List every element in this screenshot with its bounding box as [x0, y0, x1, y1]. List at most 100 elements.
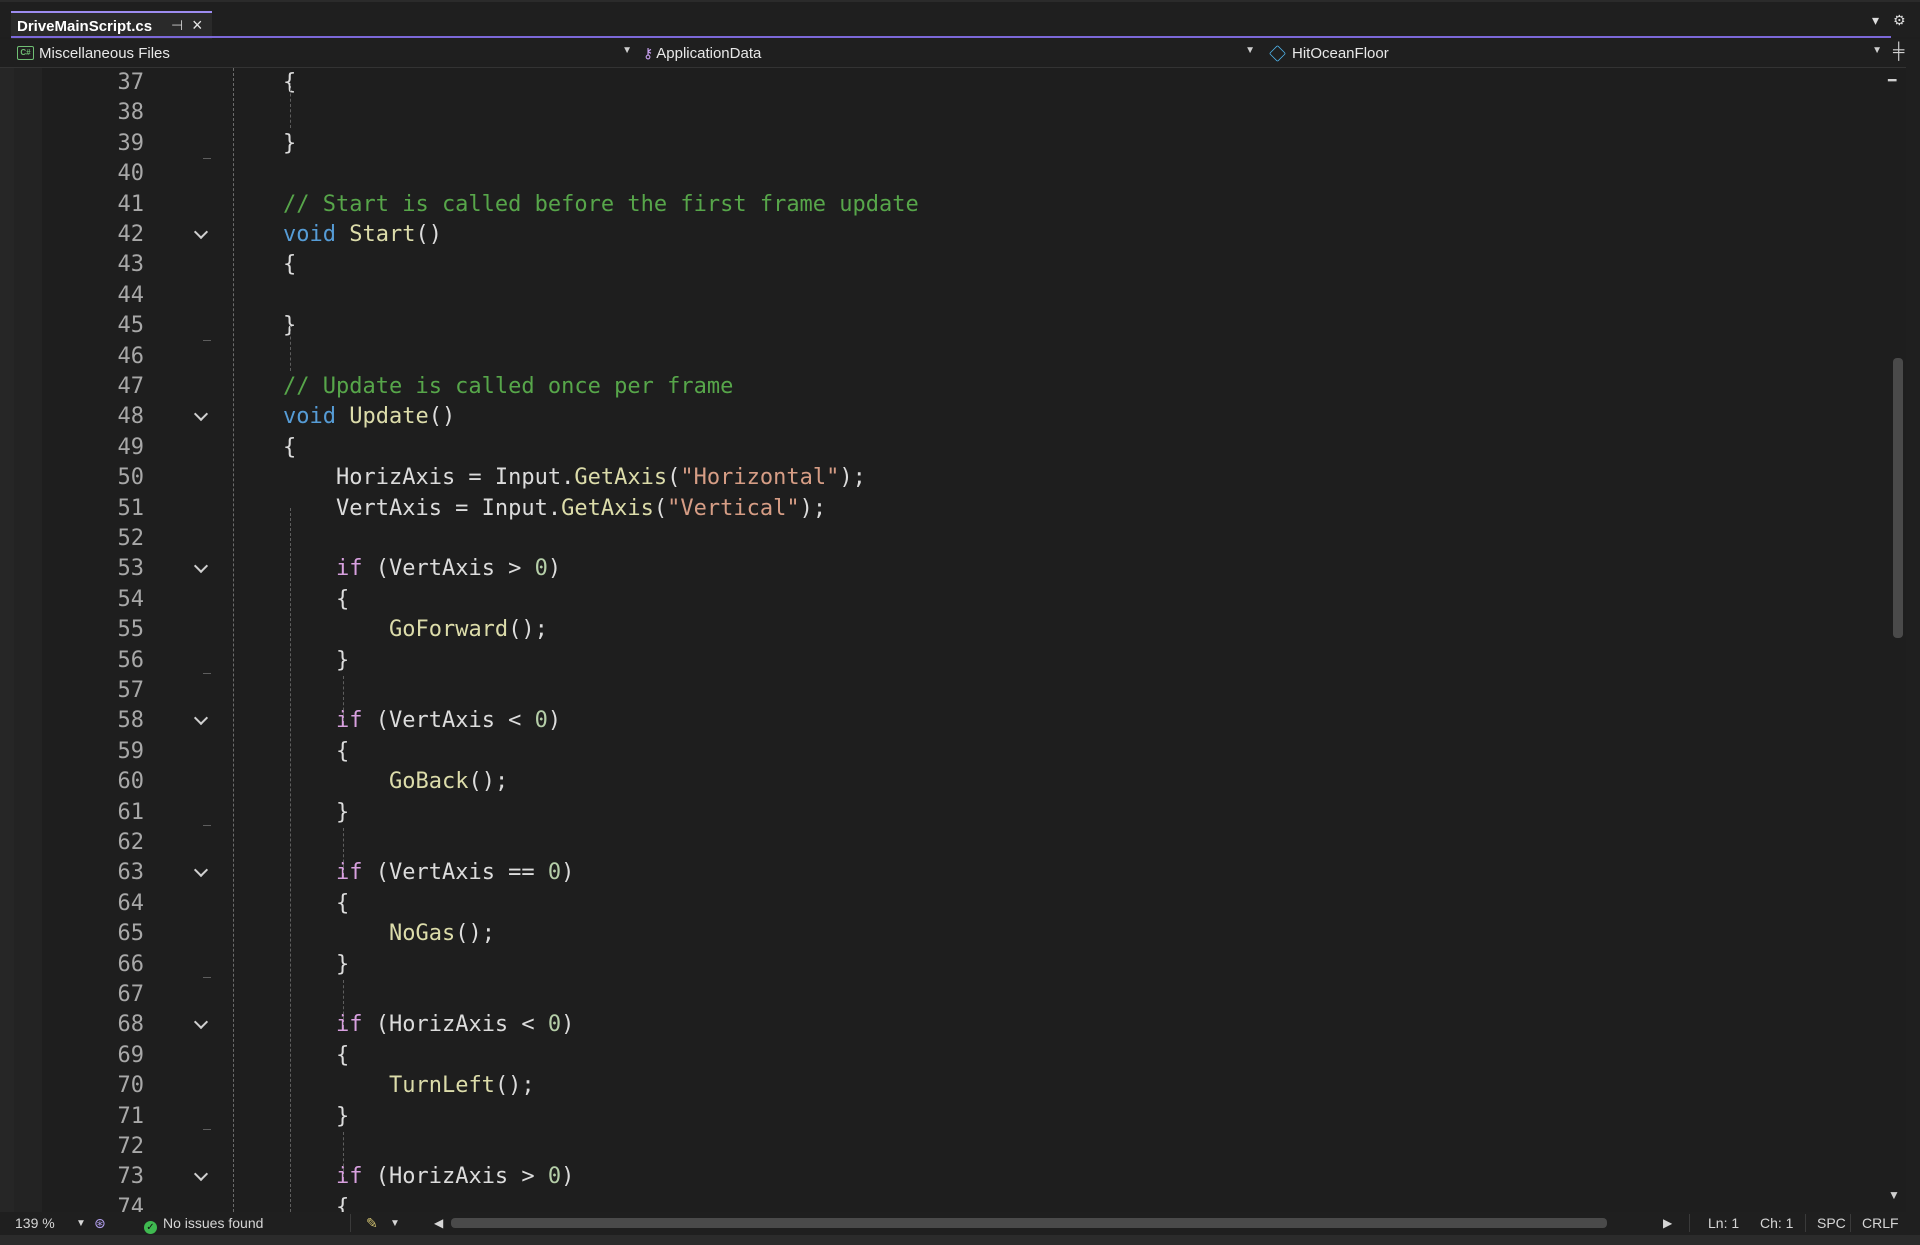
code-line[interactable]: 73 if (HorizAxis > 0) — [0, 1162, 1880, 1192]
code-line[interactable]: 40 — [0, 159, 1880, 189]
code-line[interactable]: 64 { — [0, 889, 1880, 919]
collapse-chevron-icon[interactable] — [194, 865, 208, 879]
window-bottom-edge — [0, 1235, 1920, 1245]
line-number: 62 — [117, 830, 145, 855]
line-number: 42 — [117, 222, 145, 247]
code-text: } — [283, 129, 296, 159]
member-dropdown[interactable]: HitOceanFloor ▼ — [1269, 42, 1882, 64]
divider — [1850, 1214, 1851, 1232]
code-line[interactable]: 39} — [0, 129, 1880, 159]
split-window-icon[interactable]: ╪ — [1893, 43, 1904, 61]
tab-list-dropdown-icon[interactable]: ▾ — [1872, 12, 1879, 29]
code-line[interactable]: 74 { — [0, 1193, 1880, 1212]
code-line[interactable]: 67 — [0, 980, 1880, 1010]
code-line[interactable]: 45} — [0, 311, 1880, 341]
collapse-chevron-icon[interactable] — [194, 1169, 208, 1183]
code-line[interactable]: 72 — [0, 1132, 1880, 1162]
code-line[interactable]: 47 // Update is called once per frame — [0, 372, 1880, 402]
collapse-chevron-icon[interactable] — [194, 1017, 208, 1031]
code-line[interactable]: 56 } — [0, 646, 1880, 676]
scroll-left-icon[interactable]: ◀ — [434, 1216, 443, 1230]
code-line[interactable]: 49 { — [0, 433, 1880, 463]
line-number: 70 — [117, 1073, 145, 1099]
issues-indicator[interactable]: ✓ No issues found — [144, 1215, 263, 1234]
field-member-icon: ⚷ — [643, 44, 654, 61]
zoom-dropdown-icon[interactable]: ▼ — [76, 1218, 86, 1229]
project-dropdown[interactable]: C# Miscellaneous Files ▼ — [17, 42, 632, 64]
code-token: Update — [349, 404, 429, 430]
scroll-right-icon[interactable]: ▶ — [1663, 1216, 1672, 1230]
tab-title: DriveMainScript.cs — [17, 17, 153, 35]
code-line[interactable]: 61 } — [0, 798, 1880, 828]
code-line[interactable]: 54 { — [0, 585, 1880, 615]
copilot-icon[interactable]: ⊛ — [94, 1215, 106, 1232]
code-line[interactable]: 55 GoForward(); — [0, 615, 1880, 645]
close-icon[interactable]: × — [192, 15, 203, 36]
code-line[interactable]: 60 GoBack(); — [0, 767, 1880, 797]
horizontal-scroll-thumb[interactable] — [451, 1218, 1607, 1228]
line-number: 66 — [117, 951, 145, 977]
code-line[interactable]: 51 VertAxis = Input.GetAxis("Vertical"); — [0, 494, 1880, 524]
code-line[interactable]: 63 if (VertAxis == 0) — [0, 858, 1880, 888]
document-tab[interactable]: DriveMainScript.cs ⊣ × — [11, 11, 212, 39]
code-token: (); — [494, 1073, 535, 1099]
active-tab-accent — [11, 36, 1891, 38]
code-line[interactable]: 58 if (VertAxis < 0) — [0, 706, 1880, 736]
collapse-chevron-icon[interactable] — [194, 561, 208, 575]
code-line[interactable]: 52 — [0, 524, 1880, 554]
code-token: GetAxis — [574, 465, 668, 491]
code-line[interactable]: 44 — [0, 281, 1880, 311]
line-indicator[interactable]: Ln: 1 — [1708, 1215, 1739, 1231]
vertical-scroll-thumb[interactable] — [1893, 358, 1903, 638]
method-cube-icon — [1269, 44, 1286, 62]
code-editor[interactable]: 37{38 39} 40 41// Start is called before th… — [0, 68, 1920, 1212]
line-ending-indicator[interactable]: CRLF — [1862, 1215, 1899, 1231]
indent-guide — [290, 508, 291, 1212]
code-line[interactable]: 42 void Start() — [0, 220, 1880, 250]
outline-end-tick — [203, 673, 211, 674]
collapse-chevron-icon[interactable] — [194, 409, 208, 423]
line-number: 65 — [117, 921, 145, 947]
char-indicator[interactable]: Ch: 1 — [1760, 1215, 1793, 1231]
code-line[interactable]: 57 — [0, 676, 1880, 706]
zoom-level[interactable]: 139 % — [15, 1215, 55, 1231]
whitespace-indicator[interactable]: SPC — [1817, 1215, 1846, 1231]
code-text: } — [283, 798, 349, 828]
code-line[interactable]: 71 } — [0, 1102, 1880, 1132]
code-line[interactable]: 43 { — [0, 250, 1880, 280]
code-line[interactable]: 66 } — [0, 950, 1880, 980]
collapse-chevron-icon[interactable] — [194, 713, 208, 727]
code-line[interactable]: 70 TurnLeft(); — [0, 1071, 1880, 1101]
code-line[interactable]: 48 void Update() — [0, 402, 1880, 432]
code-line[interactable]: 46 — [0, 342, 1880, 372]
code-line[interactable]: 38 — [0, 98, 1880, 128]
code-line[interactable]: 68 if (HorizAxis < 0) — [0, 1010, 1880, 1040]
code-line[interactable]: 65 NoGas(); — [0, 919, 1880, 949]
code-text: GoForward(); — [283, 615, 548, 645]
code-token: void — [283, 222, 336, 247]
line-number: 52 — [117, 526, 145, 551]
collapse-chevron-icon[interactable] — [194, 227, 208, 241]
code-line[interactable]: 53 if (VertAxis > 0) — [0, 554, 1880, 584]
code-line[interactable]: 59 { — [0, 737, 1880, 767]
code-line[interactable]: 37{ — [0, 68, 1880, 98]
code-token: GoForward — [388, 617, 509, 643]
code-cleanup-dropdown-icon[interactable]: ▼ — [390, 1218, 400, 1229]
scroll-down-icon[interactable]: ▼ — [1888, 1188, 1900, 1202]
code-token: NoGas — [388, 921, 456, 947]
gear-icon[interactable]: ⚙ — [1893, 12, 1906, 29]
code-token: { — [283, 1194, 350, 1212]
code-cleanup-icon[interactable]: ✎ — [366, 1215, 378, 1232]
code-line[interactable]: 69 { — [0, 1041, 1880, 1071]
code-token: } — [283, 799, 350, 825]
indent-guide — [290, 326, 291, 371]
code-line[interactable]: 41 // Start is called before the first fr… — [0, 190, 1880, 220]
pin-icon[interactable]: ⊣ — [171, 17, 183, 34]
scroll-up-icon[interactable]: ━ — [1888, 72, 1896, 89]
line-number: 69 — [117, 1042, 145, 1068]
type-dropdown[interactable]: ⚷ ApplicationData ▼ — [643, 42, 1255, 64]
code-line[interactable]: 62 — [0, 828, 1880, 858]
code-line[interactable]: 50 HorizAxis = Input.GetAxis("Horizontal… — [0, 463, 1880, 493]
vertical-scrollbar[interactable] — [1886, 68, 1906, 1212]
